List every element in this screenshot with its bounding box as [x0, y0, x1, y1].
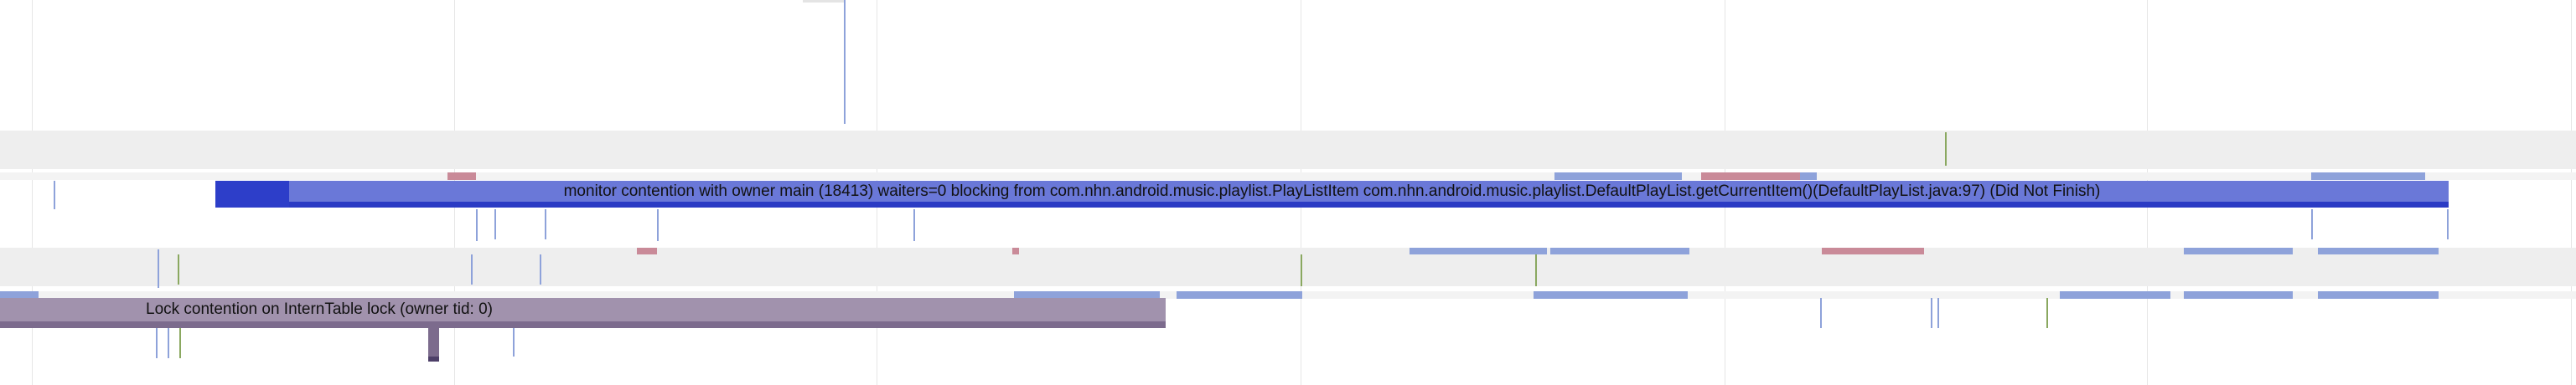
marker [1931, 298, 1932, 328]
marker [476, 209, 478, 241]
marker [447, 172, 476, 180]
trace-timeline[interactable]: monitor contention with owner main (1841… [0, 0, 2576, 385]
marker [1410, 248, 1547, 254]
marker [158, 249, 159, 288]
marker [1800, 172, 1817, 180]
marker [2046, 298, 2048, 328]
marker [2060, 291, 2170, 299]
monitor-contention-slice[interactable]: monitor contention with owner main (1841… [215, 181, 2449, 208]
marker [657, 209, 659, 241]
marker [1554, 172, 1682, 180]
marker [540, 254, 541, 285]
lock-contention-label: Lock contention on InternTable lock (own… [146, 300, 494, 318]
marker [179, 328, 181, 358]
marker [1820, 298, 1822, 328]
marker [2447, 209, 2449, 239]
monitor-contention-label: monitor contention with owner main (1841… [563, 182, 2101, 200]
marker [178, 254, 179, 285]
marker [54, 181, 55, 209]
marker [471, 254, 473, 285]
lock-contention-slice[interactable]: Lock contention on InternTable lock (own… [0, 298, 1166, 328]
marker [2311, 172, 2425, 180]
marker [513, 328, 515, 357]
marker [494, 209, 496, 239]
marker [803, 0, 845, 3]
marker [1301, 254, 1302, 286]
marker [2311, 209, 2313, 239]
marker [1701, 172, 1800, 180]
marker [1012, 248, 1019, 254]
marker [1534, 291, 1688, 299]
track-band-thin[interactable] [0, 172, 2576, 180]
marker [2318, 248, 2439, 254]
marker [1535, 254, 1537, 286]
nested-slice[interactable] [428, 328, 439, 362]
marker [844, 0, 846, 124]
marker [545, 209, 546, 239]
monitor-contention-slice-head[interactable] [215, 181, 289, 208]
marker [1550, 248, 1689, 254]
marker [637, 248, 657, 254]
marker [1177, 291, 1302, 299]
marker [168, 328, 169, 358]
marker [1945, 132, 1947, 166]
marker [1822, 248, 1924, 254]
marker [2184, 248, 2293, 254]
marker [913, 209, 915, 241]
marker [2318, 291, 2439, 299]
marker [156, 328, 158, 358]
track-band[interactable] [0, 131, 2576, 169]
grid-line [2571, 0, 2572, 385]
marker [1937, 298, 1939, 328]
marker [2184, 291, 2293, 299]
